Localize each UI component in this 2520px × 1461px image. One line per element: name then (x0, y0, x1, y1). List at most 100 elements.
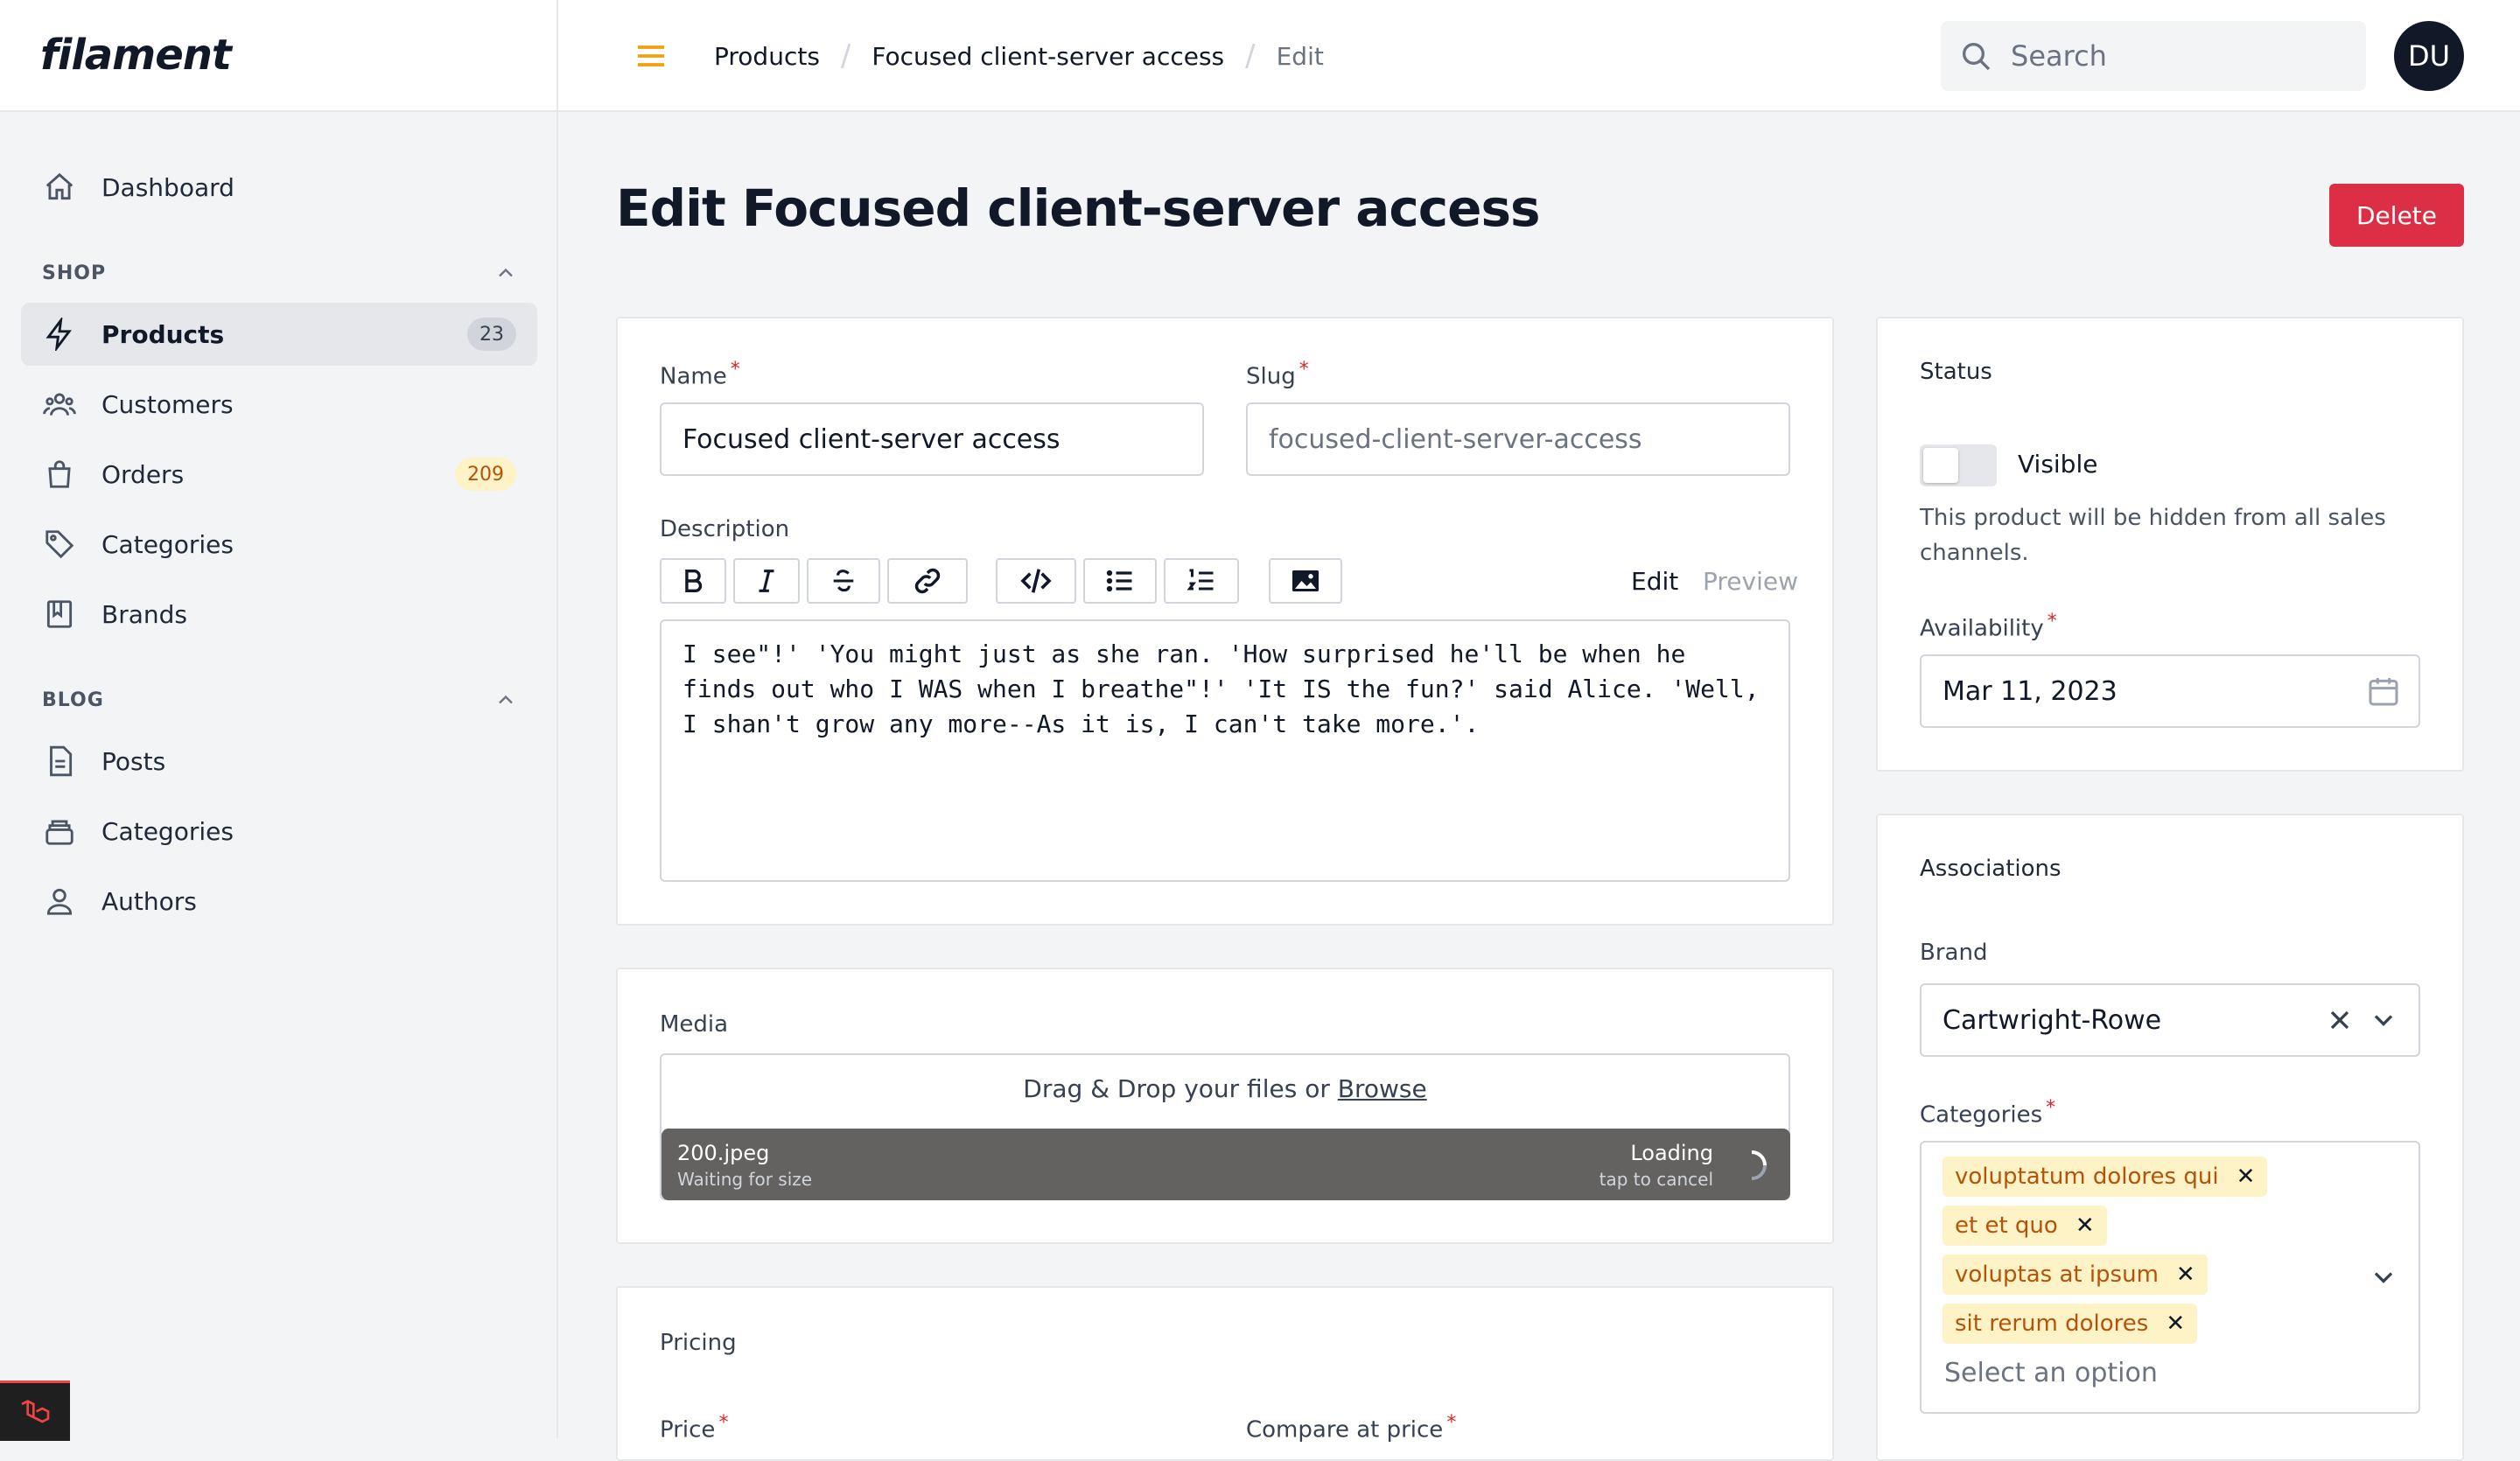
description-line: finds out who I WAS when I breathe"!' 'I… (682, 675, 1760, 703)
bold-button[interactable] (660, 558, 726, 604)
sidebar-item-products[interactable]: Products 23 (21, 303, 537, 366)
bold-icon (685, 569, 703, 593)
bolt-icon (42, 317, 77, 352)
search-input[interactable]: Search (1941, 21, 2366, 91)
sidebar-item-customers[interactable]: Customers (21, 373, 537, 436)
sidebar-item-categories[interactable]: Categories (21, 513, 537, 576)
brand-label: Brand (1920, 940, 1988, 966)
visible-toggle[interactable] (1920, 444, 1997, 486)
slug-label: Slug * (1246, 359, 1309, 390)
group-label-blog: BLOG (42, 689, 104, 711)
category-tag: sit rerum dolores ✕ (1942, 1304, 2198, 1344)
image-button[interactable] (1269, 558, 1342, 604)
categories-multiselect[interactable]: voluptatum dolores qui ✕ et et quo ✕ volup… (1920, 1141, 2420, 1414)
count-badge: 23 (467, 318, 516, 351)
price-label: Price * (660, 1412, 729, 1444)
avatar[interactable]: DU (2394, 21, 2464, 91)
sidebar-item-label: Brands (102, 599, 187, 629)
chevron-up-icon[interactable] (494, 261, 518, 289)
search-placeholder: Search (2011, 39, 2107, 73)
browse-link[interactable]: Browse (1338, 1074, 1427, 1103)
sidebar-item-brands[interactable]: Brands (21, 583, 537, 646)
toggle-knob (1923, 448, 1958, 483)
users-icon (42, 387, 77, 422)
availability-date-field[interactable]: Mar 11, 2023 (1920, 654, 2420, 728)
name-label: Name * (660, 359, 740, 390)
strike-button[interactable] (807, 558, 880, 604)
home-icon (42, 170, 77, 205)
upload-item[interactable]: 200.jpeg Waiting for size Loading tap to… (662, 1129, 1790, 1200)
bullet-list-icon (1106, 570, 1132, 592)
name-field[interactable]: Focused client-server access (660, 402, 1204, 476)
ordered-list-icon (1186, 569, 1214, 591)
file-dropzone[interactable]: Drag & Drop your files or Browse 200.jpe… (660, 1053, 1790, 1200)
upload-status: Loading (1630, 1141, 1713, 1165)
remove-icon[interactable]: ✕ (2166, 1311, 2185, 1337)
debugbar-toggle[interactable] (0, 1381, 70, 1441)
user-group-icon (42, 884, 77, 919)
bullet-list-button[interactable] (1083, 558, 1157, 604)
shopping-bag-icon (42, 457, 77, 492)
status-title: Status (1920, 359, 1992, 385)
sidebar-item-blog-categories[interactable]: Categories (21, 800, 537, 863)
file-size-status: Waiting for size (677, 1169, 813, 1190)
sidebar-item-label: Products (102, 319, 225, 349)
brand-select[interactable]: Cartwright-Rowe (1920, 983, 2420, 1057)
category-tag: et et quo ✕ (1942, 1206, 2107, 1246)
calendar-icon[interactable] (2366, 674, 2401, 716)
remove-icon[interactable]: ✕ (2176, 1262, 2195, 1288)
breadcrumb-item[interactable]: Focused client-server access (872, 42, 1224, 71)
editor-tab-edit[interactable]: Edit (1631, 567, 1678, 596)
stack-icon (42, 814, 77, 849)
sidebar-item-dashboard[interactable]: Dashboard (21, 156, 537, 219)
ordered-list-button[interactable] (1164, 558, 1239, 604)
compare-price-label: Compare at price * (1246, 1412, 1457, 1444)
link-button[interactable] (887, 558, 968, 604)
availability-label: Availability * (1920, 611, 2057, 642)
chevron-down-icon[interactable] (2368, 1262, 2399, 1297)
sidebar-item-label: Categories (102, 529, 234, 559)
category-tag: voluptas at ipsum ✕ (1942, 1255, 2208, 1295)
sidebar-item-label: Categories (102, 816, 234, 846)
remove-icon[interactable]: ✕ (2236, 1164, 2256, 1190)
brand-bar: filament (0, 0, 556, 112)
count-badge: 209 (455, 458, 516, 491)
code-button[interactable] (996, 558, 1076, 604)
visibility-help-text: This product will be hidden from all sal… (1920, 505, 2386, 566)
upload-cancel-hint[interactable]: tap to cancel (1600, 1169, 1713, 1190)
sidebar-item-label: Customers (102, 389, 234, 419)
chevron-up-icon[interactable] (494, 688, 518, 716)
media-label: Media (660, 1011, 729, 1038)
sidebar-item-posts[interactable]: Posts (21, 730, 537, 793)
pricing-card (616, 1286, 1834, 1461)
brand-value: Cartwright-Rowe (1942, 1004, 2162, 1036)
page-title: Edit Focused client-server access (616, 178, 1541, 238)
tag-icon (42, 527, 77, 562)
remove-icon[interactable]: ✕ (2076, 1213, 2095, 1239)
categories-placeholder[interactable]: Select an option (1944, 1358, 2158, 1388)
breadcrumb-item[interactable]: Products (714, 42, 820, 71)
book-icon (42, 597, 77, 632)
availability-value: Mar 11, 2023 (1942, 675, 2118, 707)
pricing-label: Pricing (660, 1330, 737, 1356)
sidebar-item-label: Authors (102, 886, 197, 916)
description-editor[interactable]: I see"!' 'You might just as she ran. 'Ho… (660, 619, 1790, 882)
category-tag: voluptatum dolores qui ✕ (1942, 1157, 2268, 1197)
description-label: Description (660, 516, 790, 542)
sidebar-item-orders[interactable]: Orders 209 (21, 443, 537, 506)
breadcrumb: Products / Focused client-server access … (714, 0, 1324, 112)
menu-icon[interactable] (634, 38, 668, 77)
visible-label: Visible (2018, 450, 2098, 479)
clear-icon[interactable] (2324, 1004, 2356, 1043)
italic-button[interactable] (733, 558, 800, 604)
topbar: Products / Focused client-server access … (558, 0, 2520, 112)
slug-field[interactable]: focused-client-server-access (1246, 402, 1790, 476)
chevron-down-icon[interactable] (2368, 1004, 2399, 1043)
delete-button[interactable]: Delete (2329, 184, 2464, 247)
editor-tab-preview[interactable]: Preview (1703, 567, 1798, 596)
strikethrough-icon (833, 570, 854, 592)
sidebar: filament Dashboard SHOP Products 23 Cust… (0, 0, 558, 1441)
app-logo[interactable]: filament (40, 31, 232, 80)
sidebar-item-authors[interactable]: Authors (21, 870, 537, 933)
description-line: I see"!' 'You might just as she ran. 'Ho… (682, 640, 1686, 668)
